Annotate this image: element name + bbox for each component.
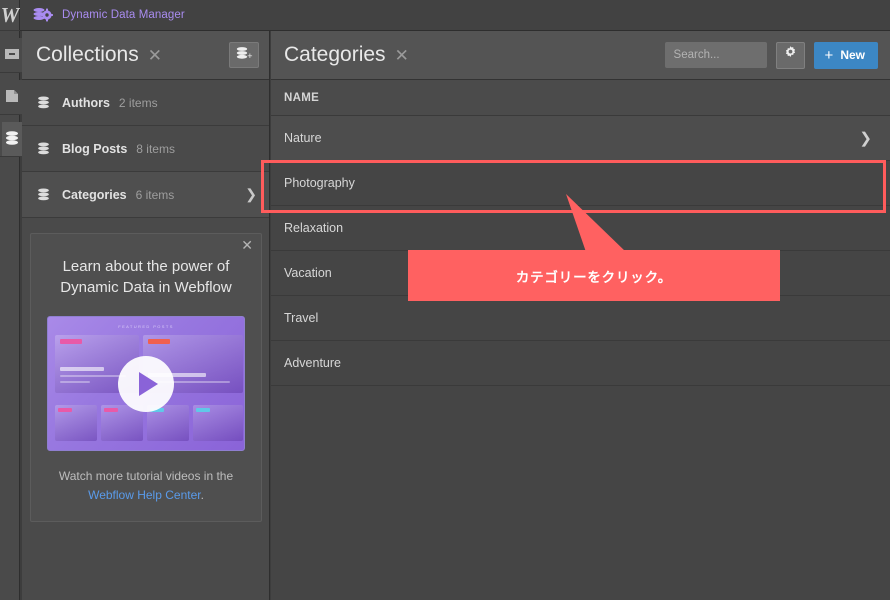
- table-row[interactable]: Adventure: [271, 341, 890, 386]
- collections-list: Authors 2 items Blog Posts 8 items Categ…: [22, 80, 269, 218]
- collection-item-authors[interactable]: Authors 2 items: [22, 80, 269, 126]
- column-header-name: NAME: [284, 91, 320, 104]
- add-collection-icon: +: [235, 45, 253, 66]
- row-name: Photography: [284, 176, 355, 190]
- collection-count: 2 items: [118, 95, 158, 110]
- left-toolbar: W: [0, 0, 24, 600]
- promo-heading: Learn about the power of Dynamic Data in…: [47, 248, 245, 298]
- collection-item-categories[interactable]: Categories 6 items ❯: [22, 172, 269, 218]
- row-name: Travel: [284, 311, 319, 325]
- thumb-card: [193, 405, 243, 441]
- window-titlebar: Dynamic Data Manager: [20, 0, 890, 31]
- database-gear-icon: [32, 6, 54, 24]
- webflow-help-center-link[interactable]: Webflow Help Center: [88, 488, 201, 502]
- promo-heading-line2: Dynamic Data in Webflow: [60, 279, 232, 296]
- add-element-icon: [4, 46, 20, 62]
- database-icon: [36, 187, 51, 202]
- rail-item-add-element[interactable]: [2, 38, 24, 72]
- play-icon[interactable]: [118, 355, 174, 412]
- chevron-right-icon: ❯: [859, 130, 872, 147]
- collections-title: Collections: [36, 43, 139, 66]
- close-icon[interactable]: ✕: [241, 238, 253, 252]
- search-input[interactable]: [664, 42, 767, 68]
- svg-text:+: +: [247, 51, 252, 61]
- categories-title: Categories: [284, 43, 386, 66]
- collections-panel-header: Collections ✕ +: [22, 31, 269, 80]
- table-header: NAME: [271, 80, 890, 116]
- categories-panel-header: Categories ✕ + New: [271, 31, 890, 80]
- promo-footer: Watch more tutorial videos in the Webflo…: [47, 467, 245, 505]
- thumbnail-label: FEATURED POSTS: [118, 324, 174, 329]
- collection-name: Categories: [62, 187, 127, 202]
- rail-item-pages[interactable]: [2, 80, 24, 114]
- close-icon[interactable]: ✕: [148, 47, 162, 64]
- add-collection-button[interactable]: +: [229, 42, 259, 68]
- chevron-right-icon: ❯: [245, 186, 257, 202]
- window-title: Dynamic Data Manager: [62, 9, 185, 21]
- row-name: Nature: [284, 131, 322, 145]
- row-name: Relaxation: [284, 221, 344, 235]
- promo-footer-text: Watch more tutorial videos in the: [58, 469, 234, 483]
- annotation-callout-text: カテゴリーをクリック。: [515, 269, 673, 285]
- table-row[interactable]: Nature ❯: [271, 116, 890, 161]
- collections-panel: Collections ✕ + Authors 2 items Blog Pos…: [22, 31, 270, 600]
- collection-name: Authors: [62, 95, 110, 110]
- cms-database-icon: [4, 130, 20, 146]
- table-row[interactable]: Travel: [271, 296, 890, 341]
- promo-video-thumbnail[interactable]: FEATURED POSTS: [47, 316, 245, 451]
- thumb-card: [55, 405, 97, 441]
- rail-item-cms[interactable]: [2, 122, 24, 156]
- new-button-label: New: [840, 48, 865, 62]
- database-icon: [36, 141, 51, 156]
- collection-count: 8 items: [136, 141, 175, 156]
- promo-footer-period: .: [200, 488, 204, 502]
- collection-item-blog-posts[interactable]: Blog Posts 8 items: [22, 126, 269, 172]
- row-name: Adventure: [284, 356, 341, 370]
- gear-icon: [783, 45, 798, 65]
- app-root: W Dynamic Data Manager Collections ✕ + A…: [0, 0, 890, 600]
- plus-icon: +: [824, 46, 834, 64]
- close-icon[interactable]: ✕: [395, 47, 409, 64]
- collection-count: 6 items: [135, 187, 175, 202]
- promo-card: ✕ Learn about the power of Dynamic Data …: [30, 233, 262, 522]
- database-icon: [36, 95, 51, 110]
- collection-name: Blog Posts: [62, 141, 128, 156]
- row-name: Vacation: [284, 266, 332, 280]
- categories-panel: Categories ✕ + New NAME Nat: [271, 31, 890, 600]
- new-button[interactable]: + New: [813, 41, 878, 69]
- promo-heading-line1: Learn about the power of: [62, 258, 230, 275]
- settings-button[interactable]: [775, 41, 805, 69]
- annotation-callout: カテゴリーをクリック。: [408, 250, 780, 301]
- webflow-logo-icon: W: [0, 3, 20, 27]
- pages-icon: [4, 88, 20, 104]
